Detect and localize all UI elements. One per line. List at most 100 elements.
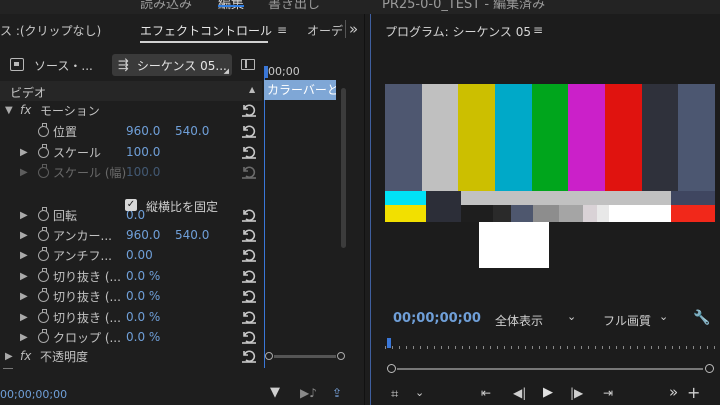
more-tabs-icon[interactable]: » <box>349 20 358 38</box>
effect-timeline[interactable]: 00;00 <box>264 65 352 371</box>
uniform-scale-checkbox[interactable]: ✓ <box>125 199 137 211</box>
expand-arrow-icon[interactable]: ▶ <box>5 351 13 362</box>
workspace-bar: 読み込み 編集 書き出し PR25-0-0_TEST - 編集済み <box>0 0 720 14</box>
panel-toggle-icon[interactable] <box>241 59 255 70</box>
property-row[interactable]: ▶ 切り抜き (... 0.0 % <box>0 307 262 327</box>
expand-arrow-icon[interactable]: ▶ <box>20 210 28 221</box>
property-row[interactable]: ▶ アンカー... 960.0 540.0 <box>0 225 262 245</box>
stopwatch-icon[interactable] <box>38 328 49 343</box>
opacity-row[interactable]: ▶ fx 不透明度 <box>0 346 262 366</box>
property-value-1[interactable]: 0.0 % <box>126 330 160 344</box>
property-row[interactable]: ▶ クロップ (... 0.0 % <box>0 327 262 347</box>
reset-icon[interactable] <box>241 310 257 324</box>
property-value-1[interactable]: 0.0 % <box>126 289 160 303</box>
more-controls-icon[interactable]: » <box>669 383 678 401</box>
stopwatch-icon[interactable] <box>38 206 49 221</box>
time-ruler[interactable] <box>385 336 720 350</box>
property-row[interactable]: ▶ アンチフ... 0.00 <box>0 245 262 265</box>
program-timecode[interactable]: 00;00;00;00 <box>393 311 481 326</box>
audio-icon[interactable]: ▶♪ <box>300 386 317 400</box>
expand-arrow-icon[interactable]: ▼ <box>5 105 13 116</box>
reset-icon[interactable] <box>241 103 257 117</box>
property-value-1[interactable]: 960.0 <box>126 124 160 138</box>
reset-icon[interactable] <box>241 228 257 242</box>
property-row[interactable]: ▶ 切り抜き (... 0.0 % <box>0 266 262 286</box>
sequence-clip-button[interactable]: ⇶ シーケンス 05... ◢ <box>112 54 232 76</box>
chevron-down-icon[interactable]: ⌄ <box>567 310 576 323</box>
tab-audio[interactable]: オーデ <box>307 22 343 39</box>
stopwatch-icon[interactable] <box>38 122 49 137</box>
export-icon[interactable]: ⇪ <box>332 386 342 400</box>
reset-icon[interactable] <box>241 330 257 344</box>
stopwatch-icon[interactable] <box>38 308 49 323</box>
expand-arrow-icon[interactable]: ▶ <box>20 230 28 241</box>
fx-icon[interactable]: fx <box>20 349 31 363</box>
property-value-1[interactable]: 0.0 % <box>126 269 160 283</box>
reset-icon[interactable] <box>241 289 257 303</box>
reset-icon[interactable] <box>241 165 257 179</box>
collapse-arrow-icon[interactable]: ▲ <box>249 85 255 94</box>
program-menu-icon[interactable]: ≡ <box>533 23 543 37</box>
reset-icon[interactable] <box>241 349 257 363</box>
property-value-1[interactable]: 960.0 <box>126 228 160 242</box>
expand-arrow-icon[interactable]: ▶ <box>20 271 28 282</box>
play-icon[interactable]: ▶ <box>543 385 553 400</box>
tab-source[interactable]: ス :(クリップなし) <box>0 22 101 39</box>
tab-effect-controls[interactable]: エフェクトコントロール <box>140 22 272 39</box>
vertical-scrollbar[interactable] <box>341 88 346 248</box>
video-preview[interactable] <box>385 84 716 284</box>
crop-icon[interactable]: ⌗ <box>391 387 398 402</box>
zoom-scrollbar[interactable] <box>387 364 717 374</box>
source-clip-button[interactable]: ソース・... <box>28 54 104 76</box>
property-row[interactable]: ▶ スケール (幅) 100.0 <box>0 162 262 182</box>
property-row[interactable]: ▶ 切り抜き (... 0.0 % <box>0 286 262 306</box>
expand-arrow-icon[interactable]: ▶ <box>20 312 28 323</box>
property-value-2[interactable]: 540.0 <box>175 124 209 138</box>
chevron-down-icon[interactable]: ⌄ <box>659 310 668 323</box>
expand-arrow-icon[interactable]: ▶ <box>20 332 28 343</box>
workspace-tab-import[interactable]: 読み込み <box>140 0 192 12</box>
program-monitor-title[interactable]: プログラム: シーケンス 05 <box>385 23 531 40</box>
settings-wrench-icon[interactable]: 🔧 <box>693 310 710 326</box>
property-value-1[interactable]: 100.0 <box>126 165 160 179</box>
reset-icon[interactable] <box>241 208 257 222</box>
filter-icon[interactable]: ▼ <box>270 385 280 400</box>
property-value-1[interactable]: 0.00 <box>126 248 153 262</box>
expand-arrow-icon[interactable]: ▶ <box>20 147 28 158</box>
property-value-2[interactable]: 540.0 <box>175 228 209 242</box>
clip-block[interactable]: カラーバーと <box>264 80 336 100</box>
stopwatch-icon[interactable] <box>38 267 49 282</box>
reset-icon[interactable] <box>241 248 257 262</box>
expand-arrow-icon[interactable]: ▶ <box>20 167 28 178</box>
motion-row[interactable]: ▼ fx モーション <box>0 100 262 120</box>
color-bar <box>531 84 569 191</box>
step-forward-icon[interactable]: |▶ <box>570 386 583 400</box>
zoom-select[interactable]: 全体表示 <box>495 312 543 329</box>
panel-menu-icon[interactable]: ≡ <box>277 23 287 37</box>
fx-icon[interactable]: fx <box>20 103 31 117</box>
stopwatch-icon[interactable] <box>38 226 49 241</box>
horizontal-scrollbar[interactable] <box>264 350 348 362</box>
reset-icon[interactable] <box>241 124 257 138</box>
stopwatch-icon[interactable] <box>38 246 49 261</box>
reset-icon[interactable] <box>241 145 257 159</box>
go-to-out-icon[interactable]: ⇥ <box>603 386 613 400</box>
reset-icon[interactable] <box>241 269 257 283</box>
stopwatch-icon[interactable] <box>38 163 49 178</box>
go-to-in-icon[interactable]: ⇤ <box>481 386 491 400</box>
property-value-1[interactable]: 100.0 <box>126 145 160 159</box>
workspace-tab-export[interactable]: 書き出し <box>268 0 320 12</box>
stopwatch-icon[interactable] <box>38 287 49 302</box>
expand-arrow-icon[interactable]: ▶ <box>20 250 28 261</box>
source-clip-icon[interactable] <box>10 58 24 71</box>
expand-arrow-icon[interactable]: ▶ <box>20 291 28 302</box>
property-row[interactable]: ▶ スケール 100.0 <box>0 142 262 162</box>
stopwatch-icon[interactable] <box>38 143 49 158</box>
chevron-down-icon[interactable]: ⌄ <box>415 386 424 399</box>
step-back-icon[interactable]: ◀| <box>513 386 526 400</box>
add-button-icon[interactable]: + <box>687 383 700 402</box>
property-value-1[interactable]: 0.0 % <box>126 310 160 324</box>
property-row[interactable]: 位置 960.0 540.0 <box>0 121 262 141</box>
bottom-timecode[interactable]: 00;00;00;00 <box>0 388 67 401</box>
quality-select[interactable]: フル画質 <box>603 312 651 329</box>
